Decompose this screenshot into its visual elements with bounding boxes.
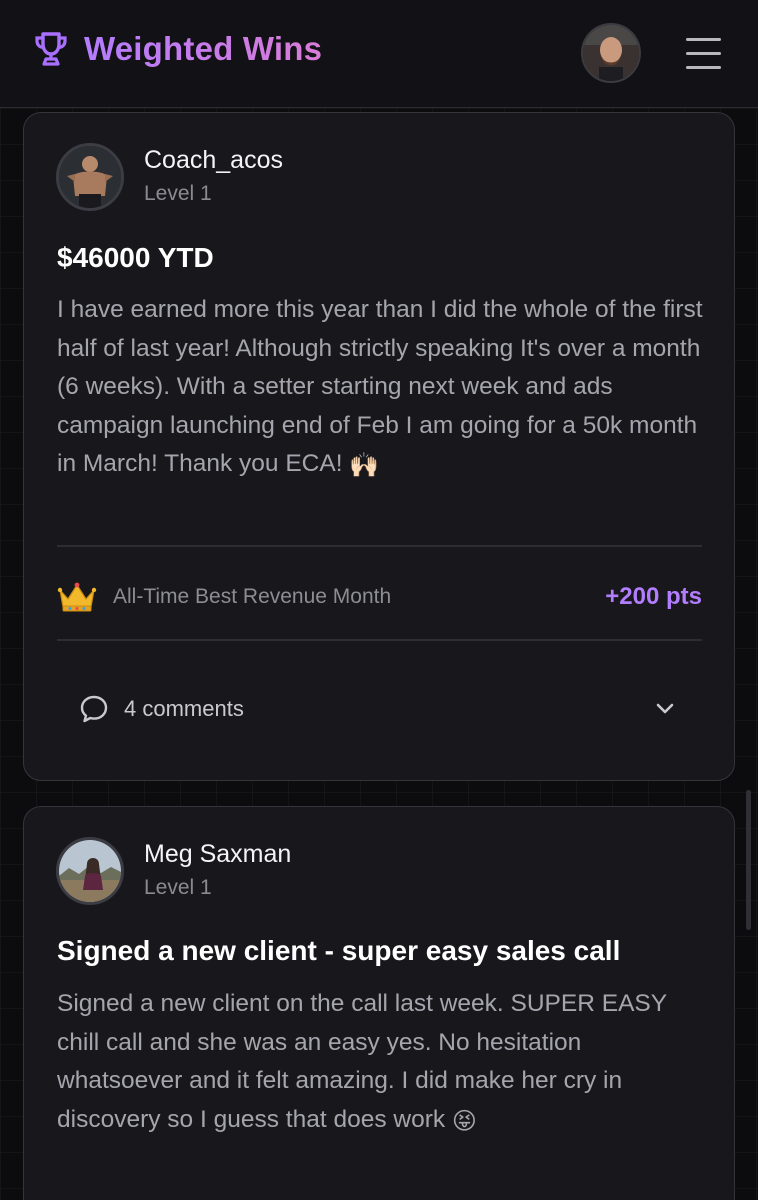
app-header: Weighted Wins [0,0,758,108]
menu-line-icon [686,38,721,41]
author-meta: Meg Saxman Level 1 [144,838,291,904]
crown-icon [57,582,97,612]
brand[interactable]: Weighted Wins [32,30,322,68]
raised-hands-emoji: 🙌🏻 [349,452,380,479]
comments-count: 4 comments [124,696,244,721]
post-author[interactable]: Meg Saxman Level 1 [56,837,291,905]
post-author[interactable]: Coach_acos Level 1 [56,143,283,211]
author-level: Level 1 [144,182,212,205]
author-meta: Coach_acos Level 1 [144,144,283,210]
points-badge: +200 pts [605,583,702,610]
post-card: Coach_acos Level 1 $46000 YTD I have ear… [23,112,735,781]
scrollbar[interactable] [746,790,751,930]
author-name[interactable]: Coach_acos [144,144,283,176]
trophy-icon [35,32,67,66]
divider [57,545,702,547]
author-avatar-image [59,146,121,208]
comment-bubble-icon [80,695,108,723]
post-title: Signed a new client - super easy sales c… [57,935,621,966]
user-avatar-image [583,25,639,81]
chevron-down-icon[interactable] [652,696,678,722]
menu-line-icon [686,66,721,69]
achievement-row: All-Time Best Revenue Month +200 pts [57,577,702,617]
page: Weighted Wins Coach_acos Level 1 $46000 … [0,0,758,1200]
user-avatar[interactable] [581,23,641,83]
author-avatar-image [59,840,121,902]
post-body-text: Signed a new client on the call last wee… [57,990,667,1133]
post-title: $46000 YTD [57,242,214,273]
author-level: Level 1 [144,876,212,899]
comments-toggle[interactable]: 4 comments [78,689,678,729]
author-avatar[interactable] [56,837,124,905]
post-body: I have earned more this year than I did … [57,291,707,486]
post-body: Signed a new client on the call last wee… [57,985,707,1141]
app-title: Weighted Wins [84,30,323,67]
achievement-label: All-Time Best Revenue Month [113,585,392,608]
author-name[interactable]: Meg Saxman [144,838,291,870]
author-avatar[interactable] [56,143,124,211]
post-card: Meg Saxman Level 1 Signed a new client -… [23,806,735,1200]
tongue-wink-emoji: 😝 [451,1107,477,1135]
hamburger-menu-button[interactable] [684,36,724,72]
divider [57,639,702,641]
post-body-text: I have earned more this year than I did … [57,296,703,477]
menu-line-icon [686,52,721,55]
